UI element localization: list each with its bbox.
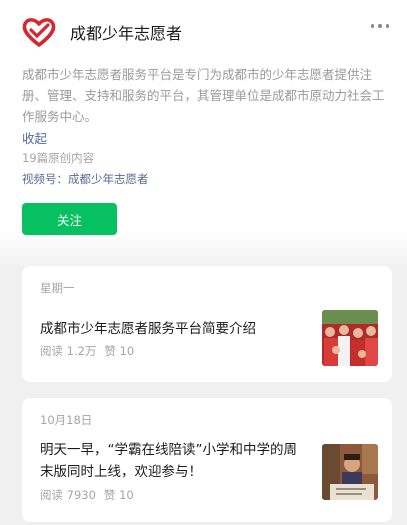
heart-logo-icon — [22, 18, 56, 47]
article-title[interactable]: 成都市少年志愿者服务平台简要介绍 — [40, 318, 302, 340]
like-count: 赞 10 — [104, 344, 135, 358]
collapse-link[interactable]: 收起 — [22, 128, 47, 147]
article-thumbnail[interactable] — [322, 310, 378, 366]
article-count: 19篇原创内容 — [22, 151, 95, 165]
article-card[interactable]: 星期一 成都市少年志愿者服务平台简要介绍 阅读 1.2万 赞 10 — [22, 266, 392, 382]
account-name: 成都少年志愿者 — [70, 24, 183, 43]
account-header: 成都少年志愿者 — [22, 14, 389, 50]
article-date: 星期一 — [40, 281, 75, 295]
article-title[interactable]: 明天一早，“学霸在线陪读”小学和中学的周末版同时上线，欢迎参与！ — [40, 439, 302, 483]
account-description: 成都市少年志愿者服务平台是专门为成都市的少年志愿者提供注册、管理、支持和服务的平… — [22, 67, 385, 124]
read-count: 阅读 7930 — [40, 488, 96, 502]
more-options-icon[interactable] — [370, 24, 389, 28]
article-card[interactable]: 10月18日 明天一早，“学霸在线陪读”小学和中学的周末版同时上线，欢迎参与！ … — [22, 398, 392, 522]
article-date: 10月18日 — [40, 413, 93, 427]
follow-button[interactable]: 关注 — [22, 203, 117, 235]
article-stats: 阅读 7930 赞 10 — [40, 487, 134, 503]
video-channel-link[interactable]: 视频号：成都少年志愿者 — [22, 171, 149, 187]
article-stats: 阅读 1.2万 赞 10 — [40, 343, 134, 359]
like-count: 赞 10 — [103, 488, 134, 502]
read-count: 阅读 1.2万 — [40, 344, 97, 358]
article-thumbnail[interactable] — [322, 444, 378, 500]
